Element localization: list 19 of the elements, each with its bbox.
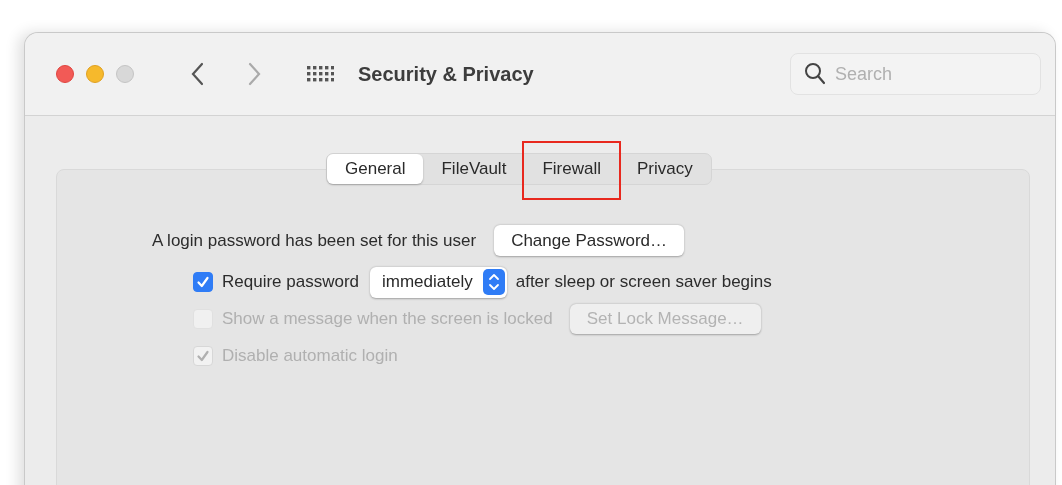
stepper-icon — [482, 269, 505, 295]
forward-chevron-icon[interactable] — [248, 62, 262, 86]
window-title: Security & Privacy — [358, 62, 534, 86]
tab[interactable]: FileVault — [423, 154, 525, 184]
change-password-button[interactable]: Change Password… — [494, 225, 685, 256]
dropdown[interactable]: immediately — [370, 266, 507, 298]
grid-icon[interactable] — [306, 64, 334, 84]
dropdown-suffix-text: after sleep or screen saver begins — [515, 272, 772, 292]
back-chevron-icon[interactable] — [190, 62, 204, 86]
login-password-text: A login password has been set for this user — [152, 230, 477, 251]
search-field[interactable]: Search — [790, 53, 1041, 95]
checkbox-label: Require password — [222, 272, 359, 292]
tab[interactable]: Privacy — [618, 154, 711, 184]
checkbox[interactable] — [193, 272, 213, 292]
tab[interactable]: General — [327, 154, 424, 184]
tab[interactable]: Firewall — [524, 154, 619, 184]
minimize-button[interactable] — [86, 65, 104, 83]
close-button[interactable] — [56, 65, 74, 83]
zoom-button[interactable] — [116, 65, 134, 83]
